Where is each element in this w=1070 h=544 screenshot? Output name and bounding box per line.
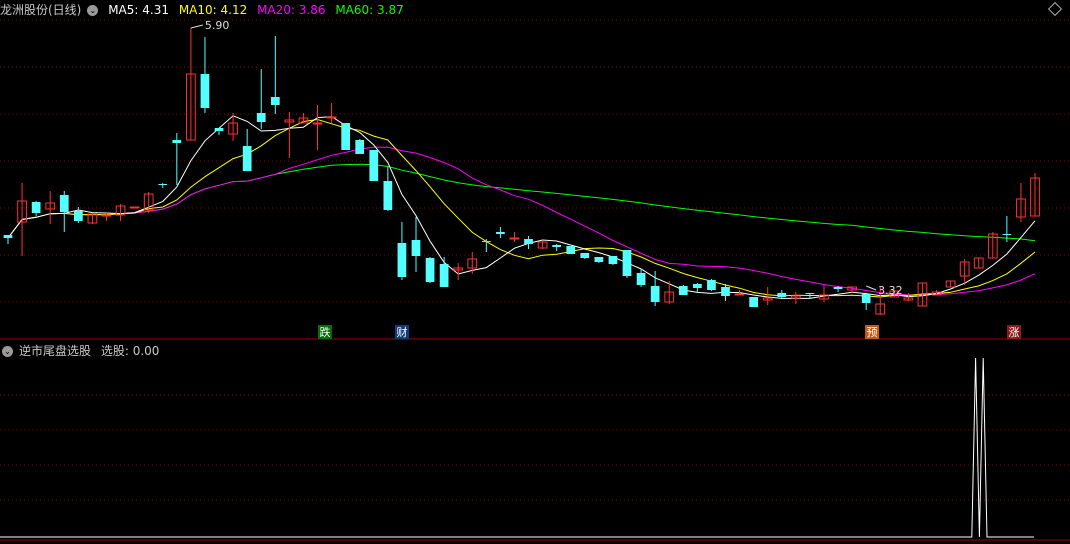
candle-body [341,123,351,150]
candle-body [509,237,520,240]
candle-body [200,74,210,108]
candle-body [101,214,112,217]
main-chart-legend: 龙洲股份(日线) ⌄ MA5: 4.31 MA10: 4.12 MA20: 3.8… [0,0,410,20]
candle-body [158,184,168,185]
candle-body [439,264,449,287]
candle-body [1002,234,1012,235]
ma10-value: MA10: 4.12 [178,3,248,17]
candle-body [129,206,140,209]
marker-die: 跌 [320,325,331,339]
candle-body [481,241,491,242]
indicator-legend: ⌄ 逆市尾盘选股 选股: 0.00 [2,341,165,361]
candle-body [636,273,646,285]
candle-body [721,287,730,296]
candle-body [608,256,618,264]
candle-body [833,287,843,289]
candle-body [566,246,576,254]
indicator-name: 逆市尾盘选股 [19,344,92,358]
candle-body [552,245,562,247]
indicator-menu-icon[interactable]: ⌄ [2,346,13,357]
candle-body [692,284,702,288]
candle-body [397,243,407,277]
candle-body [3,235,13,238]
candle-body [524,239,533,244]
kline-chart[interactable]: 5.90 3.32 跌 财 预 涨 [0,0,1070,544]
candle-body [312,122,323,125]
candle-body [411,240,421,256]
candle-body [650,286,660,302]
candle-body [496,232,505,234]
settings-icon[interactable]: ⌄ [87,5,99,16]
marker-cai: 财 [397,325,408,339]
signal-line [0,357,1034,538]
stock-title: 龙洲股份(日线) [0,3,82,17]
candle-body [777,293,787,297]
candle-body [425,258,435,282]
ma20-line [7,146,1036,296]
ma5-value: MA5: 4.31 [108,3,169,17]
candle-body [749,297,758,307]
candle-body [59,195,69,212]
low-label: 3.32 [878,284,903,297]
indicator-value: 选股: 0.00 [100,344,160,358]
candle-body [214,128,224,131]
candle-body [861,294,871,303]
ma20-value: MA20: 3.86 [257,3,326,17]
candle-body [270,97,280,105]
candle-body [594,257,604,262]
ma60-value: MA60: 3.87 [335,3,404,17]
high-label: 5.90 [205,19,230,32]
candle-body [734,293,745,296]
candle-body [355,140,365,154]
candle-body [383,181,393,210]
candle-body [678,286,688,295]
candle-body [707,280,716,290]
candle-body [622,250,632,276]
candle-body [31,202,41,213]
high-pointer [190,24,204,29]
marker-zhang: 涨 [1009,326,1020,339]
candle-body [369,150,379,181]
low-pointer [865,285,877,291]
marker-yu: 预 [867,326,878,339]
candle-body [172,140,182,143]
ma60-line [7,163,1036,242]
candle-body [326,116,337,119]
candle-body [580,253,590,258]
candle-body [242,146,252,171]
candle-body [256,113,266,122]
candle-body [805,293,815,294]
candle-body [73,211,83,221]
